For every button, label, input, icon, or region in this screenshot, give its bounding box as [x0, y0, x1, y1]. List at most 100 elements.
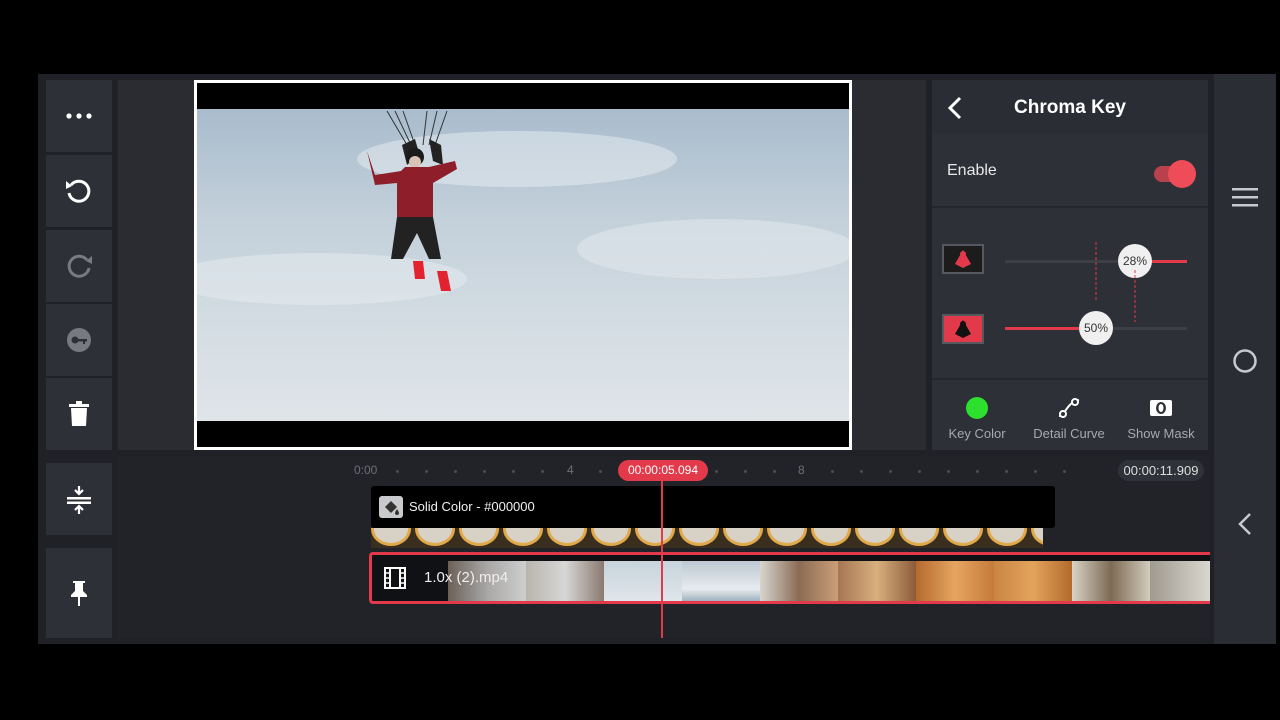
end-time: 00:00:11.909	[1118, 460, 1204, 481]
solid-color-label: Solid Color - #000000	[409, 499, 535, 514]
video-preview[interactable]	[194, 80, 852, 450]
enable-row[interactable]: Enable	[932, 136, 1208, 206]
strip-thumbnail	[459, 528, 499, 546]
ruler-tick	[715, 470, 718, 473]
clip-frame	[526, 561, 604, 601]
clip-frame	[760, 561, 838, 601]
playhead[interactable]	[661, 480, 663, 638]
ruler-tick	[947, 470, 950, 473]
person-silhouette-icon	[955, 320, 971, 338]
ruler-tick	[454, 470, 457, 473]
skydiver-figure	[197, 110, 849, 305]
strip-thumbnail	[371, 528, 411, 546]
ruler-tick	[1063, 470, 1066, 473]
strip-thumbnail	[547, 528, 587, 546]
preview-sky-image	[197, 109, 849, 421]
foreground-thumb	[942, 244, 984, 274]
solid-color-layer[interactable]: Solid Color - #000000	[371, 486, 1055, 528]
enable-label: Enable	[947, 162, 997, 179]
ruler-tick	[860, 470, 863, 473]
timeline-zoom-button[interactable]	[46, 463, 112, 535]
strip-thumbnail	[987, 528, 1027, 546]
key-color-label: Key Color	[948, 426, 1006, 441]
ruler-label: 0:00	[354, 463, 378, 477]
delete-button[interactable]	[46, 378, 112, 450]
strip-thumbnail	[767, 528, 807, 546]
ruler-tick	[831, 470, 834, 473]
keyframe-button[interactable]	[46, 304, 112, 376]
redo-button[interactable]	[46, 230, 112, 302]
strip-thumbnail	[415, 528, 455, 546]
enable-toggle-knob[interactable]	[1168, 160, 1196, 188]
divider	[932, 206, 1208, 208]
timeline-ruler: 0:00 4 8 00:00:05.094 00:00:11.909	[118, 456, 1210, 484]
keyframe-icon	[67, 328, 91, 352]
redo-icon	[67, 254, 92, 278]
clip-label: 1.0x (2).mp4	[424, 569, 509, 586]
ruler-tick	[483, 470, 486, 473]
slider-bottom-knob[interactable]: 50%	[1079, 311, 1113, 345]
chroma-key-panel: Chroma Key Enable 28% 50% Key Color Deta…	[932, 80, 1208, 450]
main-video-clip[interactable]: 1.0x (2).mp4	[369, 552, 1210, 604]
strip-thumbnail	[855, 528, 895, 546]
ruler-tick	[1034, 470, 1037, 473]
strip-thumbnail	[811, 528, 851, 546]
timeline-zoom-icon	[67, 486, 91, 514]
kinemaster-editor: Chroma Key Enable 28% 50% Key Color Deta…	[38, 74, 1276, 644]
person-silhouette-icon	[955, 250, 971, 268]
clip-frame	[916, 561, 994, 601]
curve-icon	[1057, 396, 1081, 420]
delete-icon	[69, 401, 89, 426]
undo-icon	[66, 179, 91, 203]
strip-thumbnail	[635, 528, 675, 546]
strip-thumbnail	[899, 528, 939, 546]
ruler-tick	[976, 470, 979, 473]
clip-frame	[838, 561, 916, 601]
strip-thumbnail	[723, 528, 763, 546]
strip-thumbnail	[1031, 528, 1043, 546]
more-icon	[66, 113, 92, 119]
ruler-tick	[744, 470, 747, 473]
pin-button[interactable]	[46, 548, 112, 638]
show-mask-label: Show Mask	[1127, 426, 1195, 441]
ruler-tick	[512, 470, 515, 473]
strip-thumbnail	[503, 528, 543, 546]
mask-thumb	[942, 314, 984, 344]
ruler-tick	[773, 470, 776, 473]
back-icon[interactable]	[1236, 512, 1254, 536]
film-strip-icon	[384, 567, 406, 589]
clip-frame	[604, 561, 682, 601]
ruler-tick	[599, 470, 602, 473]
ruler-tick	[396, 470, 399, 473]
ruler-tick	[918, 470, 921, 473]
system-nav-bar	[1214, 74, 1276, 644]
home-icon[interactable]	[1232, 348, 1258, 374]
ruler-label: 8	[798, 463, 805, 477]
strip-thumbnail	[591, 528, 631, 546]
show-mask-button[interactable]: Show Mask	[1116, 380, 1206, 450]
ruler-tick	[1005, 470, 1008, 473]
panel-header: Chroma Key	[932, 80, 1208, 134]
panel-title: Chroma Key	[1014, 97, 1126, 118]
ruler-label: 4	[567, 463, 574, 477]
mask-icon	[1149, 396, 1173, 420]
detail-curve-label: Detail Curve	[1033, 426, 1105, 441]
timeline[interactable]: 0:00 4 8 00:00:05.094 00:00:11.909 Solid…	[118, 456, 1210, 638]
green-dot-icon	[965, 396, 989, 420]
playhead-time[interactable]: 00:00:05.094	[618, 460, 708, 481]
ruler-tick	[889, 470, 892, 473]
paint-bucket-icon	[379, 496, 403, 518]
menu-icon[interactable]	[1232, 186, 1258, 208]
video-thumbnail-strip	[371, 528, 1043, 548]
strip-thumbnail	[943, 528, 983, 546]
undo-button[interactable]	[46, 155, 112, 227]
strip-thumbnail	[679, 528, 719, 546]
clip-frame	[1072, 561, 1150, 601]
ruler-tick	[541, 470, 544, 473]
clip-frame	[1150, 561, 1210, 601]
detail-curve-button[interactable]: Detail Curve	[1024, 380, 1114, 450]
pin-icon	[71, 581, 87, 606]
key-color-button[interactable]: Key Color	[932, 380, 1022, 450]
more-button[interactable]	[46, 80, 112, 152]
clip-frame	[994, 561, 1072, 601]
